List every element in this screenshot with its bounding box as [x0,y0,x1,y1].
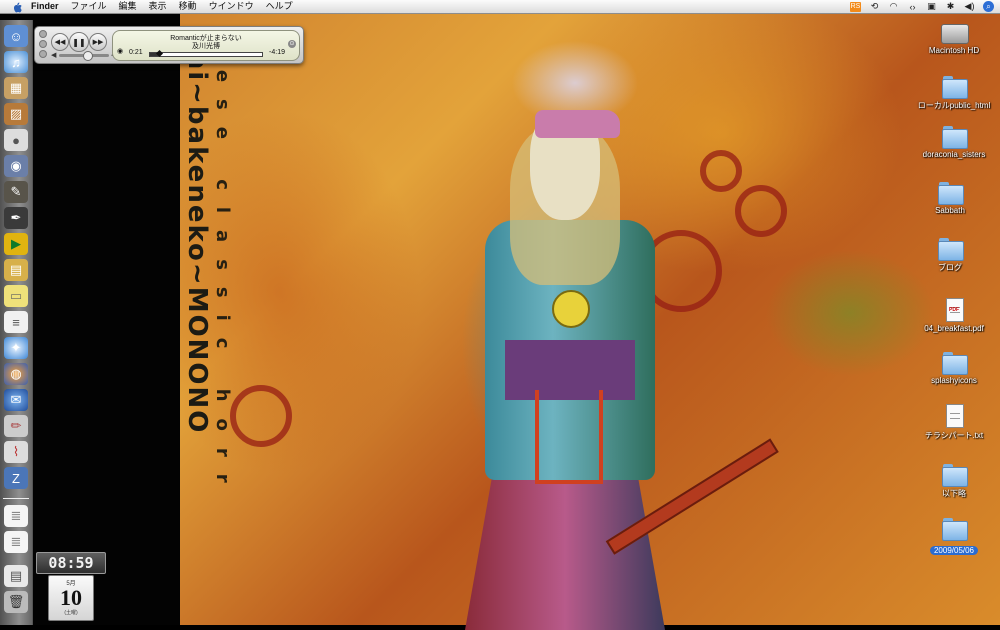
time-machine-icon[interactable]: ⟲ [869,1,880,12]
menu-extras: RS ⟲ ◠ ‹› ▣ ✱ ◀) ⌕ [850,1,1000,12]
truck-icon[interactable]: ▤ [4,259,28,281]
iphoto-icon[interactable]: ▦ [4,77,28,99]
wallpaper-ornament [230,385,292,447]
grapher-icon[interactable]: ⌇ [4,441,28,463]
itunes-mini-player: ◀◀ ❚❚ ▶▶ ◀ ◀) Romanticが止まらない 及川光博 ◉ 0:21… [34,26,304,64]
folder-icon [937,180,964,205]
preview-icon[interactable]: ◉ [4,155,28,177]
folder-icon [937,236,964,261]
rss-icon[interactable]: RS [850,1,861,12]
close-window-icon[interactable] [39,30,47,38]
desktop-icon-text-file[interactable]: チラシパート.txt [914,404,994,441]
trash-icon[interactable]: 🗑 [4,591,28,613]
doc-icon[interactable]: ≣ [4,505,28,527]
menu-file[interactable]: ファイル [71,0,107,13]
desktop-icon-folder[interactable]: 以下略 [914,462,994,499]
minimize-window-icon[interactable] [39,40,47,48]
song-progress-bar[interactable] [149,49,263,58]
dock-separator [3,498,29,499]
pdf-file-icon: PDF [941,298,967,322]
menu-go[interactable]: 移動 [179,0,197,13]
folder-icon [941,74,968,99]
desktop-icon-folder[interactable]: ローカルpublic_html [914,74,994,111]
desktop-icon-folder[interactable]: ブログ [910,236,990,273]
desktop-icon-folder[interactable]: Sabbath [910,180,990,215]
quill-icon[interactable]: ✎ [4,181,28,203]
menu-edit[interactable]: 編集 [119,0,137,13]
bluetooth-icon[interactable]: ✱ [945,1,956,12]
wallpaper-ornament [700,150,742,192]
firefox-icon[interactable]: ◍ [4,363,28,385]
itunes-lcd-display: Romanticが止まらない 及川光博 ◉ 0:21 -4:19 ⊙ [112,30,300,61]
pause-button[interactable]: ❚❚ [69,32,89,52]
menu-view[interactable]: 表示 [149,0,167,13]
remaining-time: -4:19 [269,49,285,56]
folder-icon [941,124,968,149]
folder-icon [941,516,968,541]
safari-icon[interactable]: ✦ [4,337,28,359]
menu-help[interactable]: ヘルプ [266,0,293,13]
desktop-icon-macintosh-hd[interactable]: Macintosh HD [914,20,994,55]
wallpaper-title-text: Shi~bakeneko~MONONO [182,30,212,435]
itunes-icon[interactable]: ♫ [4,51,28,73]
folder-icon [941,462,968,487]
menu-window[interactable]: ウインドウ [209,0,254,13]
volume-low-icon: ◀ [51,52,57,59]
pencil-icon[interactable]: ✏ [4,415,28,437]
thunderbird-icon[interactable]: ✉ [4,389,28,411]
menu-bar: Finder ファイル 編集 表示 移動 ウインドウ ヘルプ RS ⟲ ◠ ‹›… [0,0,1000,14]
volume-slider-knob[interactable] [82,51,93,61]
display-icon[interactable]: ▣ [926,1,937,12]
textedit-icon[interactable]: ≡ [4,311,28,333]
text-file-icon [941,404,967,428]
stickies-icon[interactable]: ▭ [4,285,28,307]
menu-app-finder[interactable]: Finder [31,0,59,13]
clock-widget[interactable]: 08:59 [36,552,106,574]
hard-drive-icon [941,20,969,44]
volume-icon[interactable]: ◀) [964,1,975,12]
wallpaper-character [440,70,680,630]
app-icon[interactable]: ✒ [4,207,28,229]
elapsed-time: 0:21 [129,49,143,56]
zterm-icon[interactable]: Z [4,467,28,489]
calendar-weekday: (土曜) [64,610,78,616]
snapback-icon[interactable]: ◉ [117,47,123,55]
dock: ☺ ♫ ▦ ▨ ● ◉ ✎ ✒ ▶ ▤ ▭ ≡ ✦ ◍ ✉ ✏ ⌇ Z ≣ ≣ … [0,20,33,625]
apple-icon[interactable]: ● [4,129,28,151]
vlc-icon[interactable]: ▶ [4,233,28,255]
finder-icon[interactable]: ☺ [4,25,28,47]
script-menu-icon[interactable]: ‹› [907,2,918,12]
calendar-widget[interactable]: 5月 10 (土曜) [48,575,94,621]
wifi-icon[interactable]: ◠ [888,1,899,12]
zoom-window-icon[interactable] [39,50,47,58]
mail-icon[interactable]: ▤ [4,565,28,587]
doc-icon[interactable]: ≣ [4,531,28,553]
next-track-button[interactable]: ▶▶ [89,33,107,51]
photo-icon[interactable]: ▨ [4,103,28,125]
wallpaper-subtitle-text: nese classic horr [212,40,233,500]
display-mode-icon[interactable]: ⊙ [288,40,296,48]
spotlight-icon[interactable]: ⌕ [983,1,994,12]
desktop-icon-pdf[interactable]: PDF 04_breakfast.pdf [914,298,994,333]
folder-icon [941,350,968,375]
wallpaper-ornament [735,185,787,237]
previous-track-button[interactable]: ◀◀ [51,33,69,51]
apple-menu-icon[interactable] [12,1,22,12]
desktop-icon-folder[interactable]: splashyicons [914,350,994,385]
desktop-icon-folder-selected[interactable]: 2009/05/06 [914,516,994,558]
calendar-day: 10 [60,585,82,610]
desktop-icon-folder[interactable]: doraconia_sisters [914,124,994,159]
volume-slider[interactable] [59,51,109,61]
